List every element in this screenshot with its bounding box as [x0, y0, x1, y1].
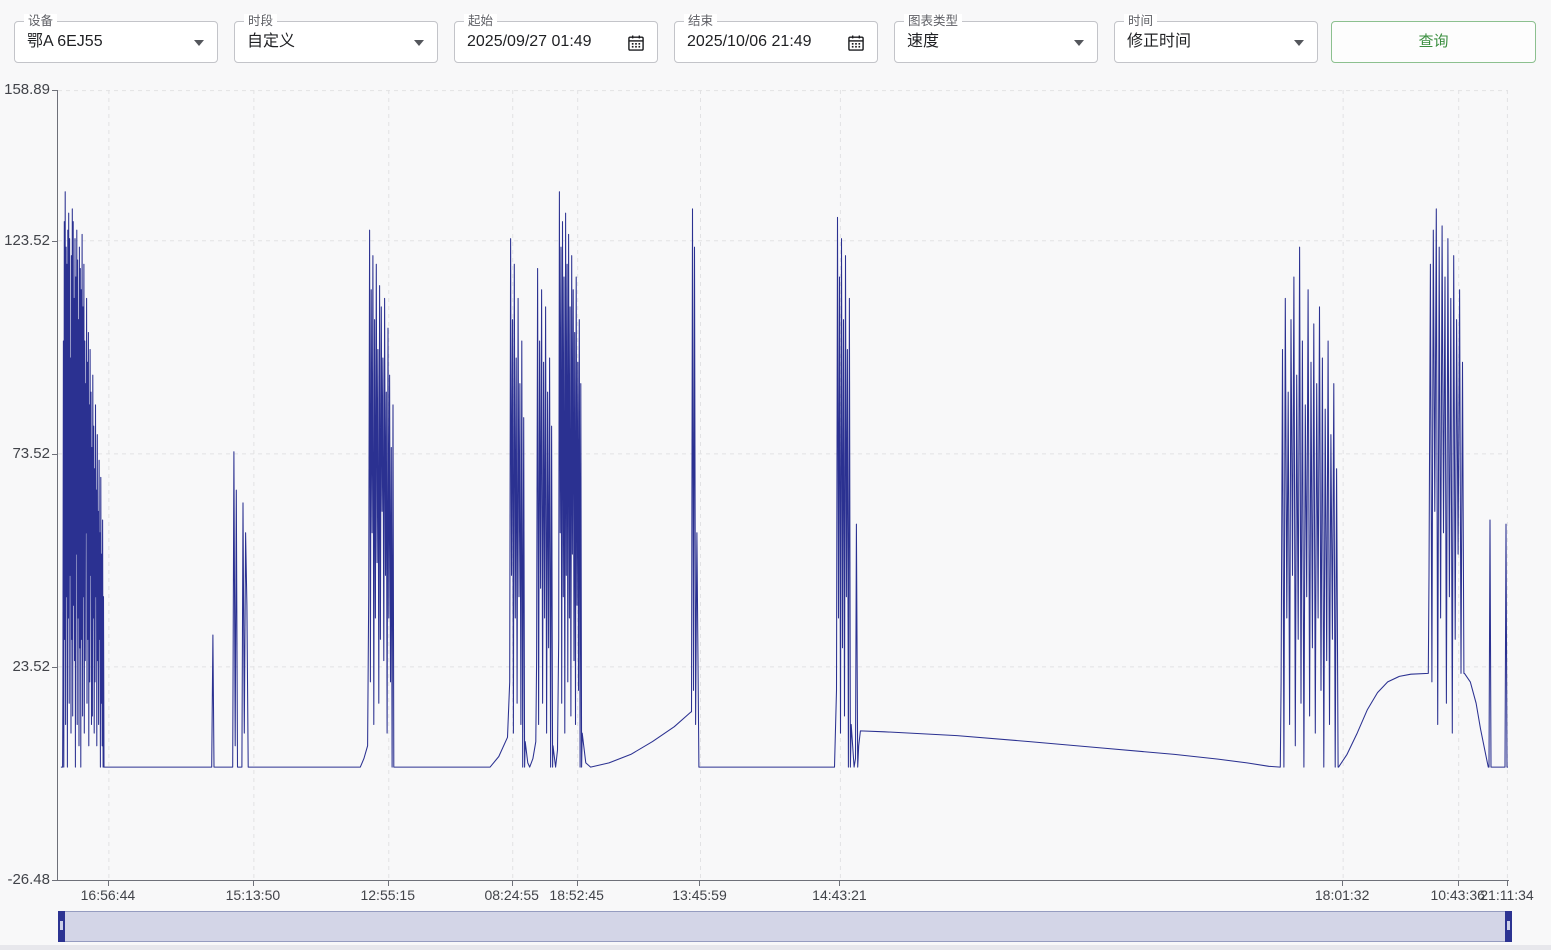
x-axis-label: 16:56:44 [81, 887, 136, 903]
chart-type-select[interactable]: 图表类型 速度 [894, 21, 1098, 63]
device-select-label: 设备 [24, 14, 57, 28]
time-mode-select-label: 时间 [1124, 14, 1157, 28]
time-mode-select[interactable]: 时间 修正时间 [1114, 21, 1318, 63]
x-axis-label: 18:52:45 [549, 887, 604, 903]
period-select[interactable]: 时段 自定义 [234, 21, 438, 63]
x-axis-label: 14:43:21 [812, 887, 867, 903]
chevron-down-icon [194, 40, 204, 46]
chart-type-select-value: 速度 [895, 22, 1097, 62]
x-axis-tick [699, 881, 700, 886]
x-axis-tick [388, 881, 389, 886]
time-mode-select-value: 修正时间 [1115, 22, 1317, 62]
x-axis-label: 15:13:50 [226, 887, 281, 903]
end-datetime-field[interactable]: 结束 2025/10/06 21:49 [674, 21, 878, 63]
x-axis-label: 10:43:36 [1430, 887, 1485, 903]
chart-plot-area [58, 90, 1508, 880]
end-datetime-label: 结束 [684, 14, 717, 28]
y-axis-label: 123.52 [0, 232, 50, 250]
datazoom-slider[interactable] [58, 911, 1512, 942]
x-axis-label: 13:45:59 [672, 887, 727, 903]
x-axis-label: 08:24:55 [484, 887, 539, 903]
device-select-value: 鄂A 6EJ55 [15, 22, 217, 62]
chart-type-select-label: 图表类型 [904, 14, 962, 28]
x-axis-tick [512, 881, 513, 886]
start-datetime-field[interactable]: 起始 2025/09/27 01:49 [454, 21, 658, 63]
x-axis-label: 18:01:32 [1315, 887, 1370, 903]
y-axis-label: 73.52 [0, 445, 50, 463]
x-axis-line [57, 880, 1509, 881]
x-axis-tick [1458, 881, 1459, 886]
y-axis-label: 158.89 [0, 81, 50, 99]
horizontal-scrollbar[interactable] [0, 945, 1551, 950]
query-button[interactable]: 查询 [1331, 21, 1536, 63]
y-axis-label: 23.52 [0, 658, 50, 676]
chevron-down-icon [414, 40, 424, 46]
x-axis-tick [1342, 881, 1343, 886]
vehicle-speed-dashboard: 设备 鄂A 6EJ55 时段 自定义 起始 2025/09/27 01:49 [0, 0, 1551, 950]
calendar-icon[interactable] [846, 33, 866, 53]
chevron-down-icon [1294, 40, 1304, 46]
device-select[interactable]: 设备 鄂A 6EJ55 [14, 21, 218, 63]
speed-line-svg [58, 90, 1508, 880]
y-axis-tick [52, 880, 57, 881]
period-select-label: 时段 [244, 14, 277, 28]
x-axis-tick [839, 881, 840, 886]
x-axis-tick [108, 881, 109, 886]
y-axis-tick [52, 90, 57, 91]
x-axis-tick [577, 881, 578, 886]
y-axis-tick [52, 667, 57, 668]
y-axis-tick [52, 454, 57, 455]
x-axis-label: 21:11:34 [1480, 887, 1533, 903]
start-datetime-label: 起始 [464, 14, 497, 28]
y-axis-label: -26.48 [0, 871, 50, 889]
datazoom-right-handle-icon[interactable] [1505, 911, 1512, 942]
x-axis-label: 12:55:15 [360, 887, 415, 903]
calendar-icon[interactable] [626, 33, 646, 53]
x-axis-tick [253, 881, 254, 886]
x-axis-tick [1507, 881, 1508, 886]
period-select-value: 自定义 [235, 22, 437, 62]
datazoom-left-handle-icon[interactable] [58, 911, 65, 942]
y-axis-tick [52, 241, 57, 242]
chevron-down-icon [1074, 40, 1084, 46]
